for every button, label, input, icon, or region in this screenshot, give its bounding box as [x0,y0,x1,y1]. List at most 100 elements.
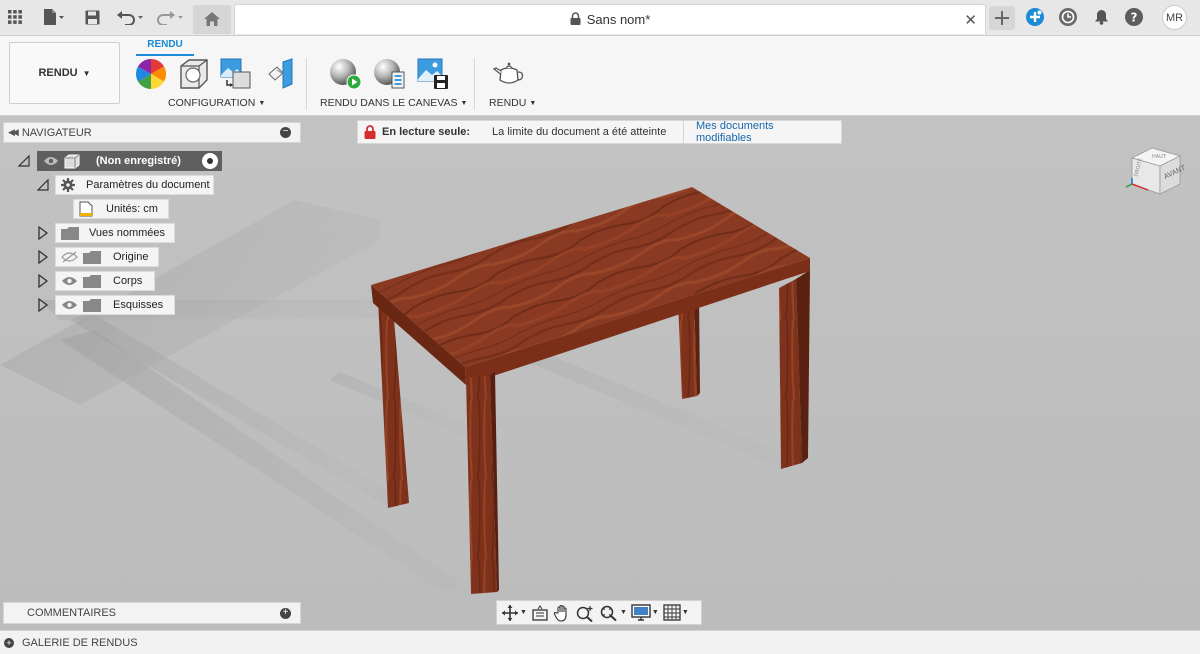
orbit-tool[interactable]: ▼ [499,602,529,624]
document-title: Sans nom* [587,12,651,27]
visibility-eye-icon[interactable] [43,155,59,167]
in-canvas-render-menu[interactable]: RENDU DANS LE CANEVAS▼ [320,97,467,109]
readonly-banner: En lecture seule: La limite du document … [357,120,842,144]
undo-button[interactable] [114,6,148,28]
home-tab[interactable] [193,5,231,34]
comments-title: COMMENTAIRES [27,607,116,619]
root-component-label: (Non enregistré) [96,155,181,167]
tree-item-sketches[interactable]: Esquisses [55,295,175,315]
extensions-icon[interactable] [1026,8,1044,26]
title-bar: Sans nom* ✕ ? MR [0,0,1200,36]
zoom-tool[interactable] [573,602,597,624]
tree-item-document-settings[interactable]: Paramètres du document [55,175,214,195]
chevron-down-icon: ▼ [620,609,627,616]
pan-icon [553,604,571,622]
folder-icon [83,299,101,312]
tree-collapsed-icon[interactable] [37,298,49,312]
tab-rendu[interactable]: RENDU [136,38,194,56]
tree-collapsed-icon[interactable] [37,274,49,288]
folder-icon [61,227,79,240]
decal-icon[interactable] [263,58,297,90]
home-icon [204,12,220,26]
look-at-tool[interactable] [529,602,551,624]
appearance-icon[interactable] [134,58,168,90]
redo-button[interactable] [154,6,188,28]
user-avatar[interactable]: MR [1162,5,1187,30]
activate-radio-icon[interactable] [202,153,218,169]
svg-text:?: ? [1131,11,1138,25]
chevron-down-icon: ▼ [461,100,468,107]
chevron-down-icon: ▼ [682,609,689,616]
tree-item-label: Corps [113,275,142,287]
viewcube-face-top[interactable]: HAUT [1152,154,1167,160]
ribbon-divider [306,58,307,110]
tree-item-origin[interactable]: Origine [55,247,159,267]
fit-icon [599,604,619,622]
lock-icon [364,125,376,139]
component-icon [64,154,80,169]
file-menu-button[interactable] [38,6,68,28]
rendering-gallery-bar[interactable]: + GALERIE DE RENDUS [0,630,1200,654]
tree-expanded-icon[interactable] [37,178,49,192]
minimize-panel-icon[interactable]: − [280,127,291,138]
tree-item-named-views[interactable]: Vues nommées [55,223,175,243]
job-status-icon[interactable] [1059,8,1077,26]
pan-tool[interactable] [551,602,573,624]
zoom-icon [575,604,595,622]
navigator-panel-header[interactable]: ◀◀ NAVIGATEUR − [3,122,301,143]
orbit-icon [501,604,519,622]
tree-item-bodies[interactable]: Corps [55,271,155,291]
tree-item-label: Esquisses [113,299,163,311]
gallery-title: GALERIE DE RENDUS [22,637,138,649]
tree-collapsed-icon[interactable] [37,226,49,240]
visibility-eye-icon[interactable] [61,299,78,311]
tree-collapsed-icon[interactable] [37,250,49,264]
render-teapot-icon[interactable] [492,58,526,90]
grid-settings-tool[interactable]: ▼ [661,602,691,624]
document-tab[interactable]: Sans nom* ✕ [234,4,986,34]
in-canvas-render-icon[interactable] [328,58,362,90]
fit-tool[interactable]: ▼ [597,602,629,624]
workspace-switcher[interactable]: RENDU▼ [9,42,120,104]
tree-root-item[interactable]: (Non enregistré) [37,151,222,171]
notifications-icon[interactable] [1092,6,1110,28]
hidden-eye-icon[interactable] [61,251,78,263]
tree-item-label: Paramètres du document [86,179,210,191]
canvas-viewport[interactable]: En lecture seule: La limite du document … [0,116,1200,630]
readonly-message: La limite du document a été atteinte [492,126,666,138]
help-icon[interactable]: ? [1125,8,1143,26]
save-icon[interactable] [82,6,102,28]
in-canvas-settings-icon[interactable] [372,58,406,90]
chevron-down-icon: ▼ [520,609,527,616]
comments-panel-header[interactable]: COMMENTAIRES + [3,602,301,624]
render-menu[interactable]: RENDU▼ [489,97,536,109]
collapse-panel-icon[interactable]: ◀◀ [8,127,16,138]
expand-gallery-icon[interactable]: + [4,638,14,648]
tree-expanded-icon[interactable] [18,154,30,168]
grid-settings-icon [663,604,681,621]
expand-panel-icon[interactable]: + [280,608,291,619]
editable-documents-link[interactable]: Mes documents modifiables [683,121,841,143]
folder-icon [83,251,101,264]
gear-icon [61,178,75,192]
new-tab-icon [995,11,1009,25]
ribbon-divider [474,58,475,110]
configuration-menu[interactable]: CONFIGURATION▼ [168,97,265,109]
view-cube[interactable]: AVANT HAUT DROITE [1122,134,1194,202]
capture-image-icon[interactable] [416,58,450,90]
apps-grid-icon[interactable] [6,6,24,28]
document-tab-title: Sans nom* [235,12,985,27]
scene-settings-icon[interactable] [177,58,211,90]
new-tab-button[interactable] [989,6,1015,30]
display-settings-tool[interactable]: ▼ [629,602,661,624]
tree-item-label: Unités: cm [106,203,158,215]
configuration-label: CONFIGURATION [168,97,255,109]
close-tab-icon[interactable]: ✕ [964,11,977,29]
display-settings-icon [631,604,651,621]
tree-item-units[interactable]: Unités: cm [73,199,169,219]
texture-map-icon[interactable] [219,58,253,90]
folder-icon [83,275,101,288]
in-canvas-render-label: RENDU DANS LE CANEVAS [320,97,458,109]
look-at-icon [531,605,549,621]
visibility-eye-icon[interactable] [61,275,78,287]
